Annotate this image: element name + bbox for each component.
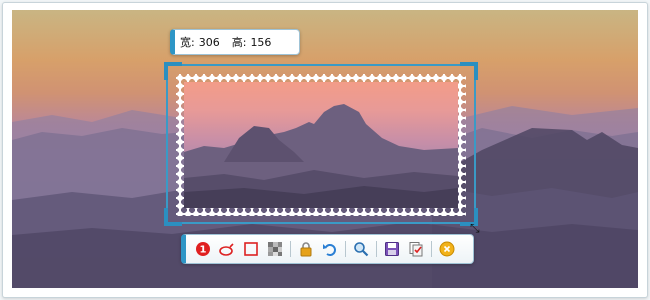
toolbar-separator: [345, 241, 346, 257]
mosaic-icon[interactable]: [266, 240, 284, 258]
undo-icon[interactable]: [321, 240, 339, 258]
captured-preview: [184, 82, 458, 208]
svg-text:1: 1: [200, 245, 207, 256]
height-label: 高:: [231, 36, 247, 49]
zoom-icon[interactable]: [352, 240, 370, 258]
close-icon[interactable]: [438, 240, 456, 258]
toolbar-separator: [431, 241, 432, 257]
save-icon[interactable]: [383, 240, 401, 258]
toolbar-separator: [290, 241, 291, 257]
size-tooltip: 宽: 306 高: 156: [170, 29, 300, 55]
rectangle-icon[interactable]: [242, 240, 260, 258]
width-value: 306: [198, 36, 220, 49]
ellipse-icon[interactable]: [218, 240, 236, 258]
step-number-icon[interactable]: 1: [194, 240, 212, 258]
toolbar-separator: [376, 241, 377, 257]
height-value: 156: [250, 36, 272, 49]
resize-cursor-icon: ⤡: [470, 221, 480, 235]
width-label: 宽:: [180, 36, 195, 49]
lock-icon[interactable]: [297, 240, 315, 258]
capture-toolbar: 1: [181, 234, 474, 264]
copy-icon[interactable]: [407, 240, 425, 258]
